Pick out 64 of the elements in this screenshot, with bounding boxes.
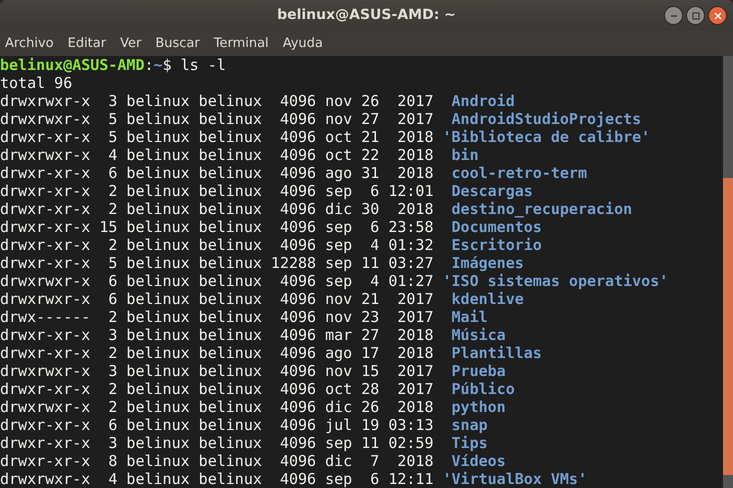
file-details: drwxr-xr-x 3 belinux belinux 4096 sep 11 02:59 xyxy=(0,434,434,452)
directory-name: cool-retro-term xyxy=(452,164,587,182)
file-details: drwxrwxr-x 6 belinux belinux 4096 sep 4 01:27 xyxy=(0,272,434,290)
file-details: drwxr-xr-x 2 belinux belinux 4096 ago 17 2018 xyxy=(0,344,434,362)
directory-name: python xyxy=(452,398,506,416)
directory-name: destino_recuperacion xyxy=(452,200,632,218)
directory-name: Tips xyxy=(452,434,488,452)
directory-name: Documentos xyxy=(452,218,542,236)
file-details: drwxr-xr-x 15 belinux belinux 4096 sep 6 23:58 xyxy=(0,218,434,236)
directory-name: Vídeos xyxy=(452,452,506,470)
file-details: drwxr-xr-x 2 belinux belinux 4096 oct 28 2017 xyxy=(0,380,434,398)
file-details: drwxr-xr-x 3 belinux belinux 4096 mar 27 2018 xyxy=(0,326,434,344)
directory-name: snap xyxy=(452,416,488,434)
prompt-separator: : xyxy=(144,56,154,74)
window-title: belinux@ASUS-AMD: ~ xyxy=(277,7,456,23)
menu-item[interactable]: Archivo xyxy=(3,36,56,50)
file-details: drwxrwxr-x 6 belinux belinux 4096 nov 21 2017 xyxy=(0,290,434,308)
prompt-user-host: belinux@ASUS-AMD xyxy=(0,56,144,74)
file-details: drwxr-xr-x 6 belinux belinux 4096 jul 19 03:13 xyxy=(0,416,434,434)
maximize-button[interactable] xyxy=(686,6,705,25)
file-details: drwxr-xr-x 5 belinux belinux 12288 sep 11 03:27 xyxy=(0,254,434,272)
file-details: drwxrwxr-x 3 belinux belinux 4096 nov 26 2017 xyxy=(0,92,434,110)
file-details: drwxr-xr-x 8 belinux belinux 4096 dic 7 2018 xyxy=(0,452,434,470)
close-icon xyxy=(712,10,722,20)
menu-item[interactable]: Editar xyxy=(66,36,108,50)
close-button[interactable] xyxy=(708,6,727,25)
directory-name: Imágenes xyxy=(452,254,524,272)
prompt-symbol: $ xyxy=(162,56,172,74)
command-text: ls -l xyxy=(180,56,226,74)
directory-name: kdenlive xyxy=(452,290,524,308)
directory-name: 'Biblioteca de calibre' xyxy=(442,128,650,146)
menu-item[interactable]: Ayuda xyxy=(280,36,325,50)
file-details: drwxr-xr-x 2 belinux belinux 4096 sep 6 12:01 xyxy=(0,182,434,200)
directory-name: Público xyxy=(452,380,515,398)
file-details: drwxrwxr-x 5 belinux belinux 4096 nov 27 2017 xyxy=(0,110,434,128)
directory-name: Descargas xyxy=(452,182,533,200)
directory-name: Plantillas xyxy=(452,344,542,362)
directory-name: 'ISO sistemas operativos' xyxy=(442,272,668,290)
directory-name: Android xyxy=(452,92,515,110)
scroll-bar[interactable] xyxy=(723,56,733,488)
file-details: drwxrwxr-x 4 belinux belinux 4096 oct 22 2018 xyxy=(0,146,434,164)
directory-name: Prueba xyxy=(452,362,506,380)
menu-item[interactable]: Buscar xyxy=(153,36,202,50)
menu-item[interactable]: Ver xyxy=(118,36,144,50)
file-details: drwxr-xr-x 2 belinux belinux 4096 dic 30 2018 xyxy=(0,200,434,218)
file-details: drwxrwxr-x 3 belinux belinux 4096 nov 15 2017 xyxy=(0,362,434,380)
directory-name: Escritorio xyxy=(452,236,542,254)
file-details: drwxr-xr-x 5 belinux belinux 4096 oct 21 2018 xyxy=(0,128,434,146)
directory-name: Música xyxy=(452,326,506,344)
minimize-button[interactable] xyxy=(664,6,683,25)
file-details: drwxrwxr-x 2 belinux belinux 4096 dic 26 2018 xyxy=(0,398,434,416)
prompt-path: ~ xyxy=(154,56,163,74)
file-details: drwxrwxr-x 4 belinux belinux 4096 sep 6 12:11 xyxy=(0,470,434,488)
total-line: total 96 xyxy=(0,74,72,92)
scroll-thumb[interactable] xyxy=(723,178,733,475)
directory-name: Mail xyxy=(452,308,488,326)
file-details: drwx------ 2 belinux belinux 4096 nov 23 2017 xyxy=(0,308,434,326)
file-details: drwxr-xr-x 6 belinux belinux 4096 ago 31 2018 xyxy=(0,164,434,182)
directory-name: bin xyxy=(452,146,479,164)
menu-item[interactable]: Terminal xyxy=(212,36,271,50)
maximize-icon xyxy=(690,10,700,20)
directory-name: AndroidStudioProjects xyxy=(452,110,642,128)
file-details: drwxr-xr-x 2 belinux belinux 4096 sep 4 01:32 xyxy=(0,236,434,254)
directory-name: 'VirtualBox VMs' xyxy=(442,470,587,488)
